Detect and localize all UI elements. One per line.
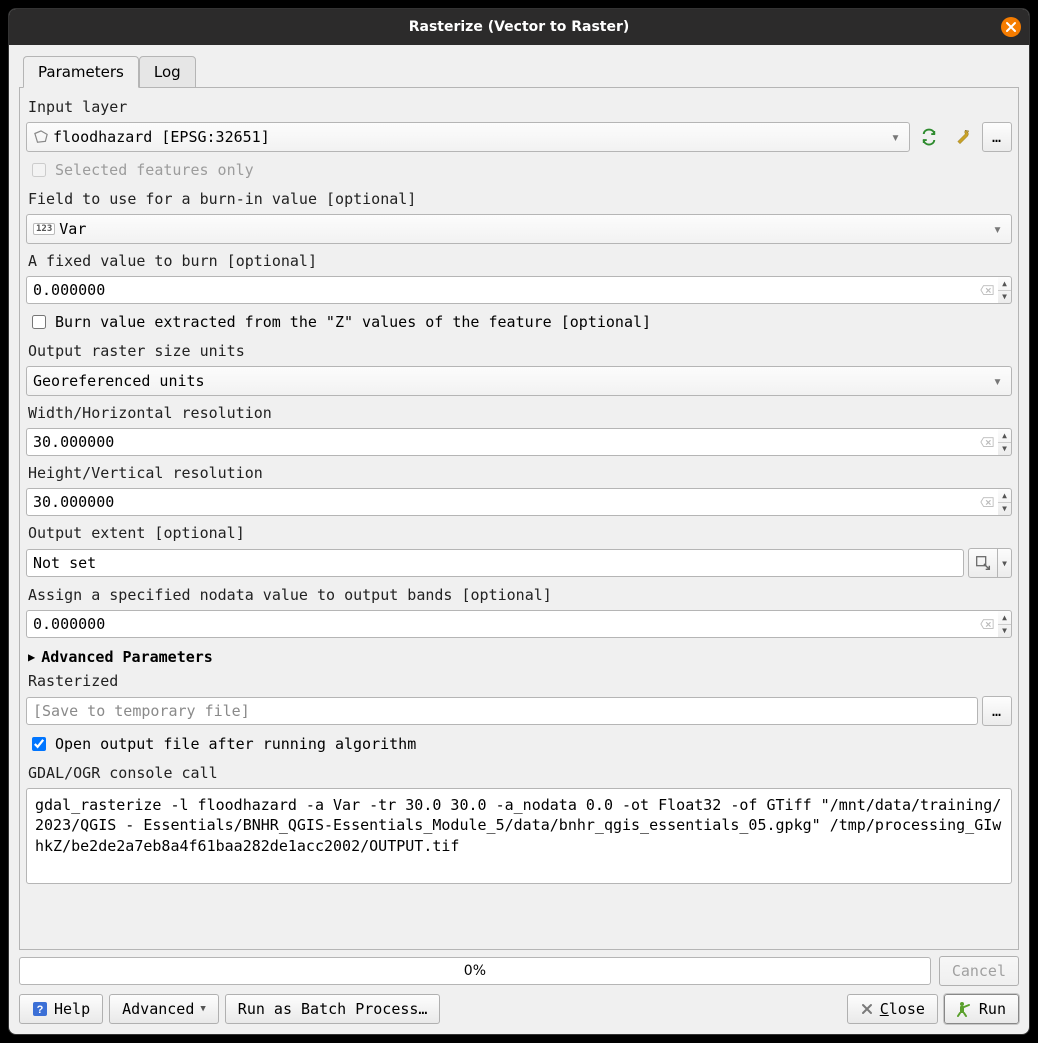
burn-z-checkbox[interactable]: Burn value extracted from the "Z" values… <box>28 312 1012 332</box>
burn-z-input[interactable] <box>32 315 46 329</box>
width-steppers: ▲ ▼ <box>998 428 1012 456</box>
chevron-down-icon: ▾ <box>993 372 1005 390</box>
x-icon <box>860 1002 874 1016</box>
nodata-spinner[interactable]: 0.000000 ▲ ▼ <box>26 610 1012 638</box>
close-icon <box>1005 21 1017 33</box>
svg-text:?: ? <box>37 1004 44 1016</box>
chevron-down-icon: ▼ <box>200 1004 205 1014</box>
step-down-button[interactable]: ▼ <box>998 443 1011 456</box>
fixed-value-input[interactable]: 0.000000 <box>26 276 976 304</box>
label-size-units: Output raster size units <box>28 342 1012 360</box>
browse-input-button[interactable]: … <box>982 122 1012 152</box>
run-button[interactable]: Run <box>944 994 1019 1024</box>
progress-text: 0% <box>464 963 486 979</box>
iterate-icon <box>920 128 938 146</box>
width-spinner[interactable]: 30.000000 ▲ ▼ <box>26 428 1012 456</box>
step-down-button[interactable]: ▼ <box>998 503 1011 516</box>
extent-picker-button[interactable] <box>968 548 998 578</box>
open-output-input[interactable] <box>32 737 46 751</box>
nodata-input[interactable]: 0.000000 <box>26 610 976 638</box>
label-height: Height/Vertical resolution <box>28 464 1012 482</box>
size-units-value: Georeferenced units <box>33 372 993 390</box>
advanced-parameters-disclosure[interactable]: ▶ Advanced Parameters <box>28 648 1012 666</box>
size-units-combo[interactable]: Georeferenced units ▾ <box>26 366 1012 396</box>
label-extent: Output extent [optional] <box>28 524 1012 542</box>
clear-fixed-value-button[interactable] <box>976 276 998 304</box>
numeric-field-icon: 123 <box>33 223 55 235</box>
label-fixed-value: A fixed value to burn [optional] <box>28 252 1012 270</box>
open-output-checkbox[interactable]: Open output file after running algorithm <box>28 734 1012 754</box>
clear-width-button[interactable] <box>976 428 998 456</box>
step-up-button[interactable]: ▲ <box>998 489 1011 503</box>
chevron-down-icon: ▾ <box>993 220 1005 238</box>
label-rasterized: Rasterized <box>28 672 1012 690</box>
window-title: Rasterize (Vector to Raster) <box>409 19 630 35</box>
extent-value: Not set <box>33 554 96 572</box>
progress-bar: 0% <box>19 957 931 985</box>
clear-icon <box>980 495 994 509</box>
run-icon <box>957 1001 973 1017</box>
step-down-button[interactable]: ▼ <box>998 291 1011 304</box>
input-layer-combo[interactable]: floodhazard [EPSG:32651] ▾ <box>26 122 910 152</box>
wrench-icon <box>954 128 972 146</box>
parameters-panel: Input layer floodhazard [EPSG:32651] ▾ <box>19 87 1019 950</box>
rasterized-output-input[interactable]: [Save to temporary file] <box>26 697 978 725</box>
width-input[interactable]: 30.000000 <box>26 428 976 456</box>
fixed-value-steppers: ▲ ▼ <box>998 276 1012 304</box>
label-nodata: Assign a specified nodata value to outpu… <box>28 586 1012 604</box>
step-up-button[interactable]: ▲ <box>998 611 1011 625</box>
extent-picker-dropdown[interactable]: ▼ <box>998 548 1012 578</box>
clear-icon <box>980 435 994 449</box>
clear-icon <box>980 283 994 297</box>
close-button[interactable]: Close <box>847 994 938 1024</box>
tab-parameters[interactable]: Parameters <box>23 56 139 88</box>
advanced-menu-button[interactable]: Advanced ▼ <box>109 994 219 1024</box>
cancel-button: Cancel <box>939 956 1019 986</box>
run-batch-button[interactable]: Run as Batch Process… <box>225 994 441 1024</box>
clear-height-button[interactable] <box>976 488 998 516</box>
polygon-layer-icon <box>33 130 49 144</box>
step-up-button[interactable]: ▲ <box>998 277 1011 291</box>
height-input[interactable]: 30.000000 <box>26 488 976 516</box>
fixed-value-spinner[interactable]: 0.000000 ▲ ▼ <box>26 276 1012 304</box>
step-up-button[interactable]: ▲ <box>998 429 1011 443</box>
selected-features-only-checkbox: Selected features only <box>28 160 1012 180</box>
gdal-console-output: gdal_rasterize -l floodhazard -a Var -tr… <box>26 788 1012 884</box>
clear-icon <box>980 617 994 631</box>
label-input-layer: Input layer <box>28 98 1012 116</box>
nodata-steppers: ▲ ▼ <box>998 610 1012 638</box>
clear-nodata-button[interactable] <box>976 610 998 638</box>
height-steppers: ▲ ▼ <box>998 488 1012 516</box>
label-width: Width/Horizontal resolution <box>28 404 1012 422</box>
titlebar: Rasterize (Vector to Raster) <box>9 9 1029 45</box>
dialog-footer: 0% Cancel ? Help Advanced ▼ Run as Batch… <box>9 956 1029 1034</box>
tab-bar: Parameters Log <box>23 55 1019 87</box>
help-icon: ? <box>32 1001 48 1017</box>
extent-picker-icon <box>974 554 992 572</box>
triangle-right-icon: ▶ <box>28 650 35 664</box>
tab-log[interactable]: Log <box>139 56 196 88</box>
browse-output-button[interactable]: … <box>982 696 1012 726</box>
extent-input[interactable]: Not set <box>26 549 964 577</box>
help-button[interactable]: ? Help <box>19 994 103 1024</box>
dialog-window: Rasterize (Vector to Raster) Parameters … <box>8 8 1030 1035</box>
selected-features-only-input <box>32 163 46 177</box>
iterate-features-button[interactable] <box>914 122 944 152</box>
advanced-options-button[interactable] <box>948 122 978 152</box>
burn-field-combo[interactable]: 123 Var ▾ <box>26 214 1012 244</box>
window-close-button[interactable] <box>1001 17 1021 37</box>
input-layer-value: floodhazard [EPSG:32651] <box>53 128 891 146</box>
rasterized-placeholder: [Save to temporary file] <box>33 702 250 720</box>
label-console: GDAL/OGR console call <box>28 764 1012 782</box>
burn-field-value: Var <box>59 220 993 238</box>
height-spinner[interactable]: 30.000000 ▲ ▼ <box>26 488 1012 516</box>
label-burn-field: Field to use for a burn-in value [option… <box>28 190 1012 208</box>
chevron-down-icon: ▾ <box>891 128 903 146</box>
step-down-button[interactable]: ▼ <box>998 625 1011 638</box>
